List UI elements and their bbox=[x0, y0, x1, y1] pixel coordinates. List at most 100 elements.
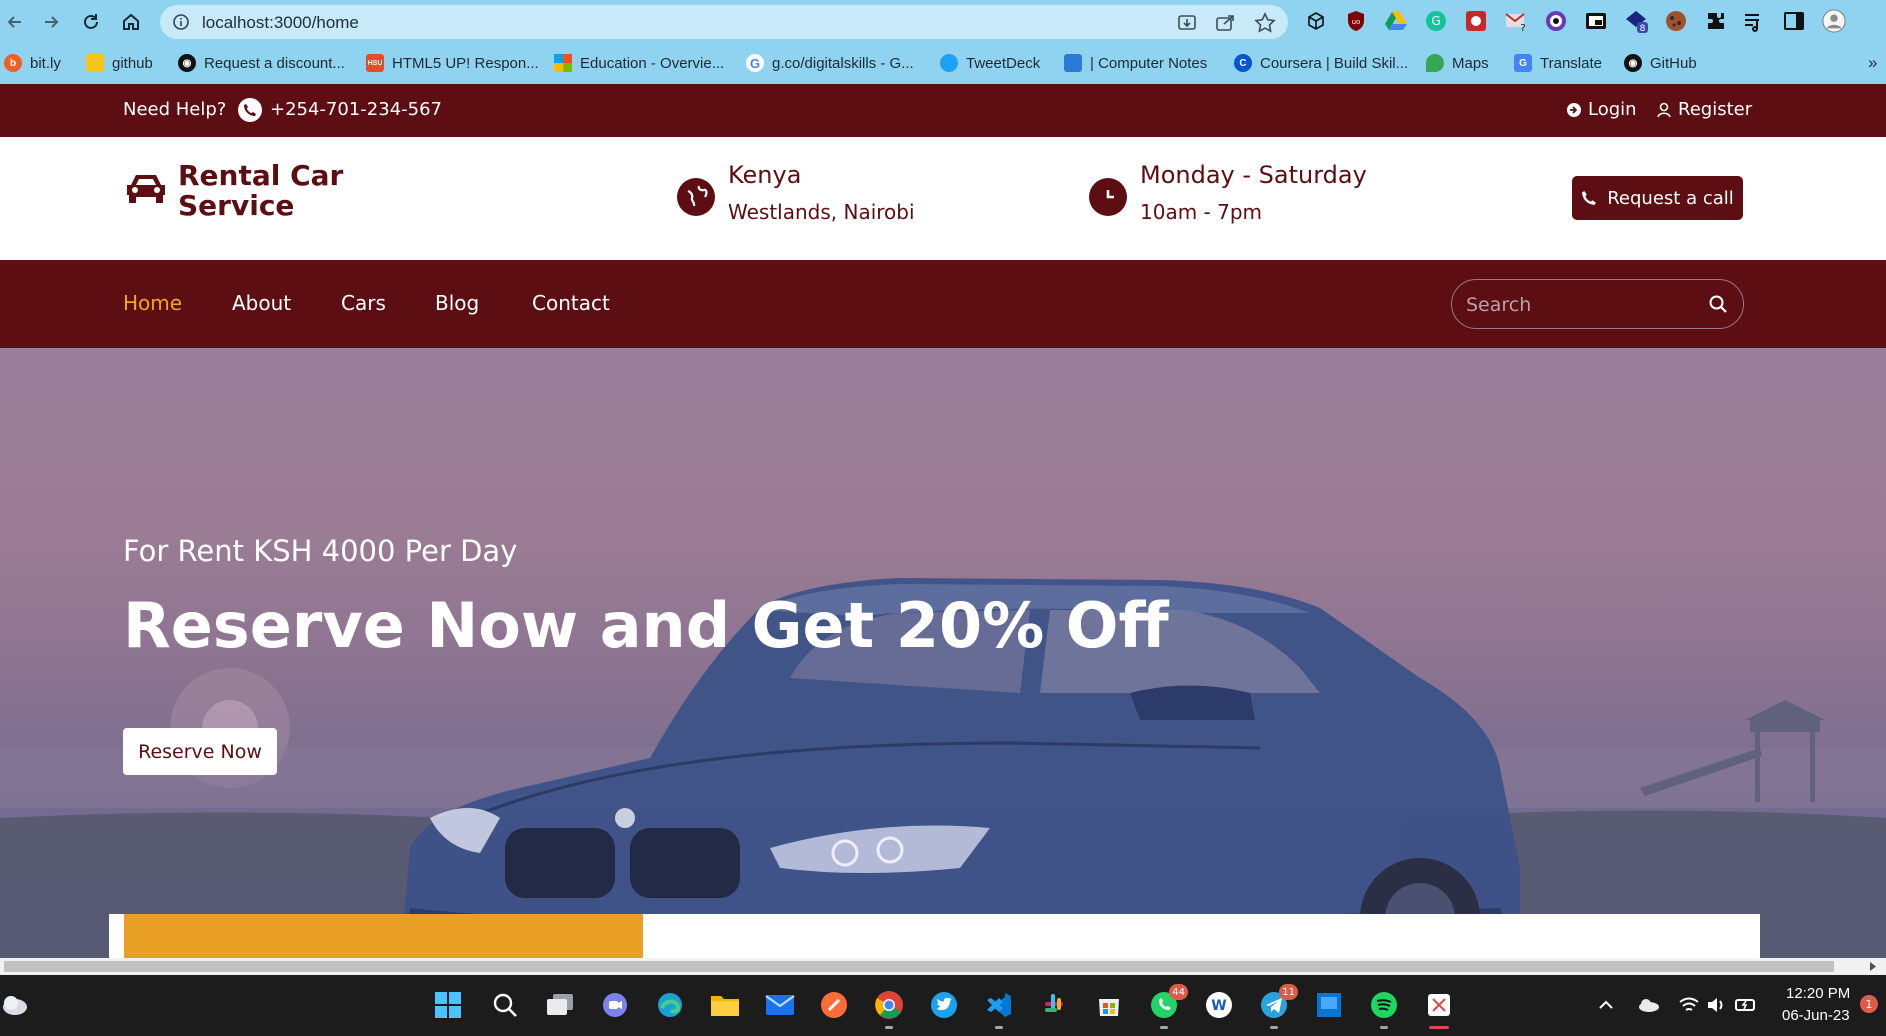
extension-badge-icon[interactable]: 8 bbox=[1624, 9, 1648, 33]
box-extension-icon[interactable] bbox=[1304, 9, 1328, 33]
arrow-left-icon bbox=[7, 16, 21, 28]
hours-days: Monday - Saturday bbox=[1140, 161, 1367, 189]
edge-icon[interactable] bbox=[654, 989, 686, 1021]
globe-icon bbox=[677, 178, 715, 216]
spotify-icon[interactable] bbox=[1368, 989, 1400, 1029]
search-icon[interactable] bbox=[1708, 294, 1728, 314]
ublock-icon[interactable]: uo bbox=[1344, 9, 1368, 33]
scrollbar-thumb[interactable] bbox=[4, 961, 1834, 972]
grammarly-icon[interactable]: G bbox=[1424, 9, 1448, 33]
clock-time[interactable]: 12:20 PM bbox=[1786, 985, 1850, 1002]
remote-desktop-icon[interactable] bbox=[1313, 989, 1345, 1021]
cookie-icon[interactable] bbox=[1664, 9, 1688, 33]
bookmark-computer-notes[interactable]: | Computer Notes bbox=[1064, 52, 1207, 74]
nav-home[interactable]: Home bbox=[123, 291, 182, 315]
puzzle-red-icon[interactable] bbox=[1464, 9, 1488, 33]
file-explorer-icon[interactable] bbox=[709, 989, 741, 1021]
url-text[interactable]: localhost:3000/home bbox=[202, 13, 359, 33]
search-icon[interactable] bbox=[489, 989, 521, 1021]
arrow-right-icon bbox=[45, 16, 59, 28]
notification-badge[interactable]: 1 bbox=[1860, 995, 1878, 1013]
request-call-button[interactable]: Request a call bbox=[1572, 176, 1743, 220]
media-controls-icon[interactable] bbox=[1742, 9, 1766, 33]
mail-icon[interactable] bbox=[764, 989, 796, 1021]
github-icon: ◉ bbox=[178, 54, 196, 72]
profile-avatar-icon[interactable] bbox=[1822, 9, 1846, 33]
register-link[interactable]: Register bbox=[1656, 99, 1752, 120]
gmail-checker-icon[interactable]: ? bbox=[1504, 9, 1528, 33]
microsoft-store-icon[interactable] bbox=[1093, 989, 1125, 1021]
volume-icon[interactable] bbox=[1706, 989, 1728, 1021]
star-icon[interactable] bbox=[1254, 12, 1276, 34]
forward-button[interactable] bbox=[38, 9, 64, 35]
word-icon[interactable]: W bbox=[1203, 989, 1235, 1021]
slack-icon[interactable] bbox=[1038, 989, 1070, 1021]
bookmark-bitly[interactable]: b bit.ly bbox=[4, 52, 61, 74]
horizontal-scrollbar[interactable] bbox=[0, 958, 1886, 975]
notes-icon bbox=[1064, 54, 1082, 72]
bookmarks-overflow-button[interactable]: » bbox=[1868, 52, 1877, 74]
bookmark-translate[interactable]: G Translate bbox=[1514, 52, 1602, 74]
address-bar[interactable]: localhost:3000/home bbox=[160, 5, 1288, 39]
bookmark-html5up[interactable]: HSU HTML5 UP! Respon... bbox=[366, 52, 539, 74]
teams-chat-icon[interactable] bbox=[599, 989, 631, 1021]
telegram-icon[interactable]: 11 bbox=[1258, 984, 1298, 1029]
whatsapp-icon[interactable]: 44 bbox=[1148, 984, 1188, 1029]
booking-accent-panel bbox=[124, 914, 643, 958]
vscode-icon[interactable] bbox=[983, 989, 1015, 1029]
bookmark-github[interactable]: ◉ GitHub bbox=[1624, 52, 1697, 74]
folder-icon bbox=[86, 54, 104, 72]
wifi-icon[interactable] bbox=[1678, 989, 1700, 1021]
bookmark-request-discount[interactable]: ◉ Request a discount... bbox=[178, 52, 345, 74]
scroll-right-arrow-icon[interactable] bbox=[1868, 961, 1878, 972]
clock-icon bbox=[1089, 178, 1127, 216]
side-panel-icon[interactable] bbox=[1782, 9, 1806, 33]
bookmark-github-folder[interactable]: github bbox=[86, 52, 153, 74]
postman-icon[interactable] bbox=[818, 989, 850, 1021]
microsoft-icon bbox=[554, 54, 572, 72]
whatsapp-badge: 44 bbox=[1169, 984, 1188, 1000]
bookmark-digitalskills[interactable]: Gg.co/digitalskills - G... bbox=[746, 52, 914, 74]
weather-icon[interactable] bbox=[0, 989, 32, 1021]
drive-icon[interactable] bbox=[1384, 9, 1408, 33]
bookmark-maps[interactable]: Maps bbox=[1426, 52, 1489, 74]
info-icon[interactable] bbox=[172, 13, 190, 31]
search-input[interactable] bbox=[1466, 292, 1696, 318]
login-link[interactable]: Login bbox=[1566, 99, 1637, 120]
extensions-puzzle-icon[interactable] bbox=[1704, 9, 1728, 33]
bookmark-tweetdeck[interactable]: TweetDeck bbox=[940, 52, 1040, 74]
bookmark-education[interactable]: Education - Overvie... bbox=[554, 52, 724, 74]
svg-text:8: 8 bbox=[1640, 24, 1646, 33]
site-topbar: Need Help? +254-701-234-567 Login Regist… bbox=[0, 84, 1886, 137]
nav-about[interactable]: About bbox=[232, 291, 291, 315]
car-icon bbox=[123, 171, 169, 207]
phone-number[interactable]: +254-701-234-567 bbox=[270, 99, 442, 120]
task-view-icon[interactable] bbox=[544, 989, 576, 1021]
back-button[interactable] bbox=[2, 9, 28, 35]
start-icon[interactable] bbox=[432, 989, 464, 1021]
reload-button[interactable] bbox=[78, 9, 104, 35]
chrome-icon[interactable] bbox=[873, 989, 905, 1029]
battery-icon[interactable] bbox=[1734, 989, 1758, 1021]
svg-text:G: G bbox=[1431, 14, 1440, 28]
install-icon[interactable] bbox=[1176, 12, 1198, 34]
nav-cars[interactable]: Cars bbox=[341, 291, 386, 315]
main-nav: Home About Cars Blog Contact bbox=[0, 260, 1886, 348]
reserve-now-button[interactable]: Reserve Now bbox=[123, 728, 277, 775]
snipping-tool-icon[interactable] bbox=[1423, 989, 1455, 1029]
nav-blog[interactable]: Blog bbox=[435, 291, 479, 315]
nav-contact[interactable]: Contact bbox=[532, 291, 610, 315]
share-icon[interactable] bbox=[1214, 12, 1236, 34]
clock-date[interactable]: 06-Jun-23 bbox=[1782, 1007, 1850, 1024]
color-picker-icon[interactable] bbox=[1544, 9, 1568, 33]
onedrive-icon[interactable] bbox=[1636, 989, 1660, 1021]
location-address: Westlands, Nairobi bbox=[728, 200, 915, 224]
brand-logo[interactable]: Rental Car Service bbox=[178, 161, 378, 221]
picture-in-picture-icon[interactable] bbox=[1584, 9, 1608, 33]
hours-time: 10am - 7pm bbox=[1140, 200, 1263, 224]
home-button[interactable] bbox=[118, 9, 144, 35]
chevron-up-icon[interactable] bbox=[1596, 989, 1616, 1021]
twitter-icon[interactable] bbox=[928, 989, 960, 1021]
site-header: Rental Car Service Kenya Westlands, Nair… bbox=[0, 137, 1886, 260]
bookmark-coursera[interactable]: C Coursera | Build Skil... bbox=[1234, 52, 1408, 74]
